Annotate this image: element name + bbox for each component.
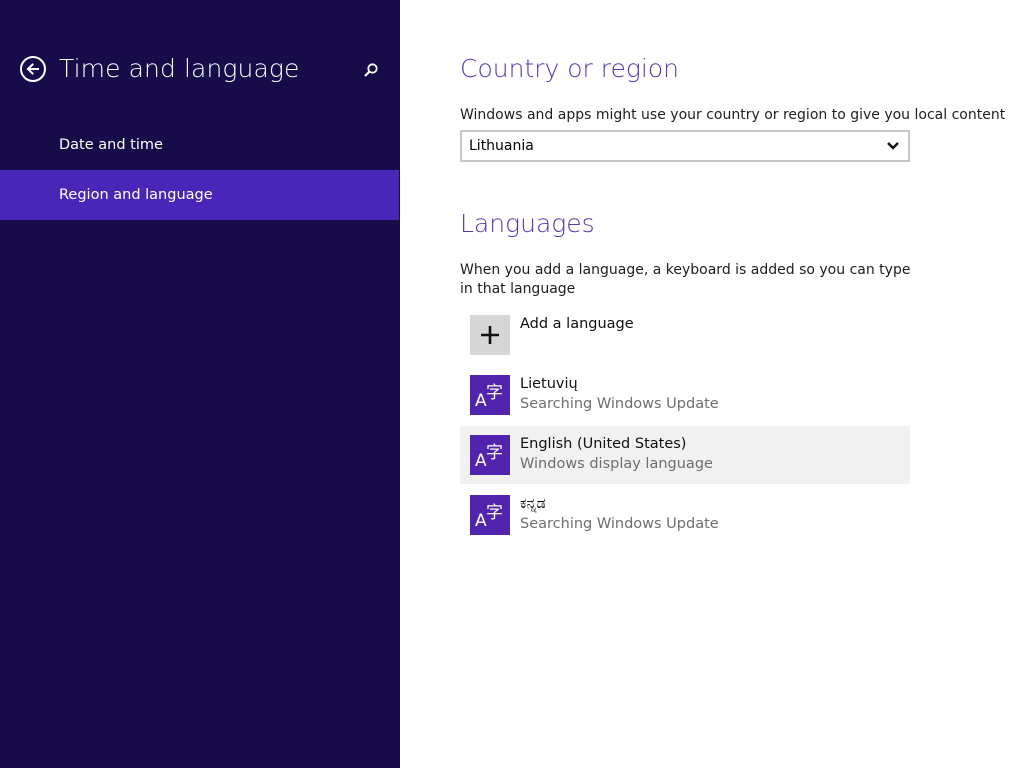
page-title: Time and language	[59, 54, 300, 83]
search-button[interactable]	[362, 62, 380, 80]
language-item-kannada[interactable]: A字 ಕನ್ನಡ Searching Windows Update	[460, 486, 910, 544]
language-icon: A字	[470, 495, 510, 535]
add-tile	[470, 315, 510, 355]
search-icon	[364, 63, 378, 77]
sidebar: Time and language Date and time Region a…	[0, 0, 400, 768]
language-status: Searching Windows Update	[520, 516, 719, 532]
back-arrow-icon	[26, 63, 39, 75]
add-language-button[interactable]: Add a language	[460, 306, 910, 364]
country-dropdown[interactable]: Lithuania	[460, 130, 910, 162]
plus-icon	[481, 326, 499, 344]
language-name: English (United States)	[520, 436, 687, 452]
language-status: Windows display language	[520, 456, 713, 472]
language-item-english[interactable]: A字 English (United States) Windows displ…	[460, 426, 910, 484]
chevron-down-icon	[887, 142, 899, 150]
language-item-lietuviu[interactable]: A字 Lietuvių Searching Windows Update	[460, 366, 910, 424]
language-status: Searching Windows Update	[520, 396, 719, 412]
languages-description: When you add a language, a keyboard is a…	[460, 262, 911, 297]
add-language-label: Add a language	[520, 316, 634, 332]
language-name: ಕನ್ನಡ	[520, 496, 546, 512]
main-content: Country or region Windows and apps might…	[460, 0, 1024, 768]
country-dropdown-value: Lithuania	[469, 138, 534, 154]
languages-section-title: Languages	[460, 209, 595, 238]
sidebar-item-region-and-language[interactable]: Region and language	[0, 170, 399, 220]
country-description: Windows and apps might use your country …	[460, 107, 1006, 123]
language-name: Lietuvių	[520, 376, 578, 392]
sidebar-item-date-and-time[interactable]: Date and time	[0, 120, 399, 170]
language-icon: A字	[470, 375, 510, 415]
language-icon: A字	[470, 435, 510, 475]
country-section-title: Country or region	[460, 54, 679, 83]
back-button[interactable]	[20, 56, 46, 82]
